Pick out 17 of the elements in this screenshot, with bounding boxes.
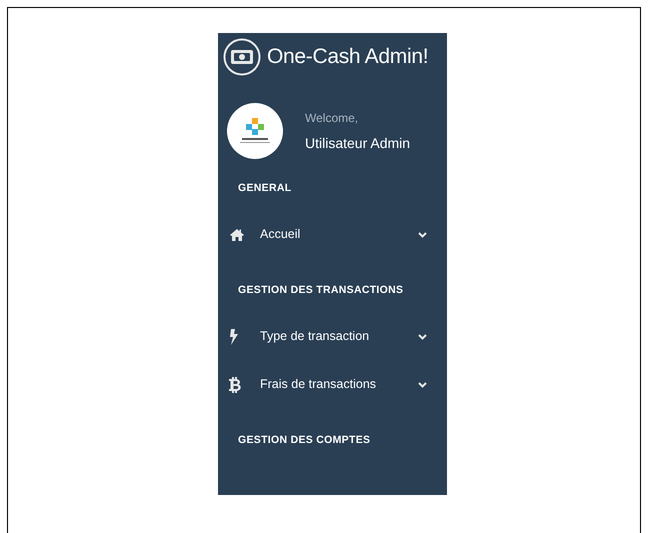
logo-icon — [238, 117, 272, 145]
chevron-down-icon — [418, 382, 427, 388]
lightning-icon — [229, 328, 239, 344]
chevron-down-icon — [418, 232, 427, 238]
banknote-icon — [223, 38, 261, 76]
section-heading: GENERAL — [237, 181, 292, 196]
app-title: One-Cash Admin! — [267, 46, 428, 67]
bitcoin-icon — [229, 376, 241, 392]
menu-item[interactable]: Type de transaction — [218, 326, 447, 346]
welcome-text: Welcome, — [305, 110, 360, 126]
section-heading: GESTION DES COMPTES — [237, 432, 372, 448]
chevron-down-icon — [418, 334, 427, 340]
home-icon — [229, 228, 245, 242]
user-name: Utilisateur Admin — [305, 134, 410, 152]
menu-item[interactable]: Frais de transactions — [218, 374, 447, 394]
menu-item[interactable]: Accueil — [218, 224, 447, 245]
section-heading: GESTION DES TRANSACTIONS — [237, 282, 404, 298]
